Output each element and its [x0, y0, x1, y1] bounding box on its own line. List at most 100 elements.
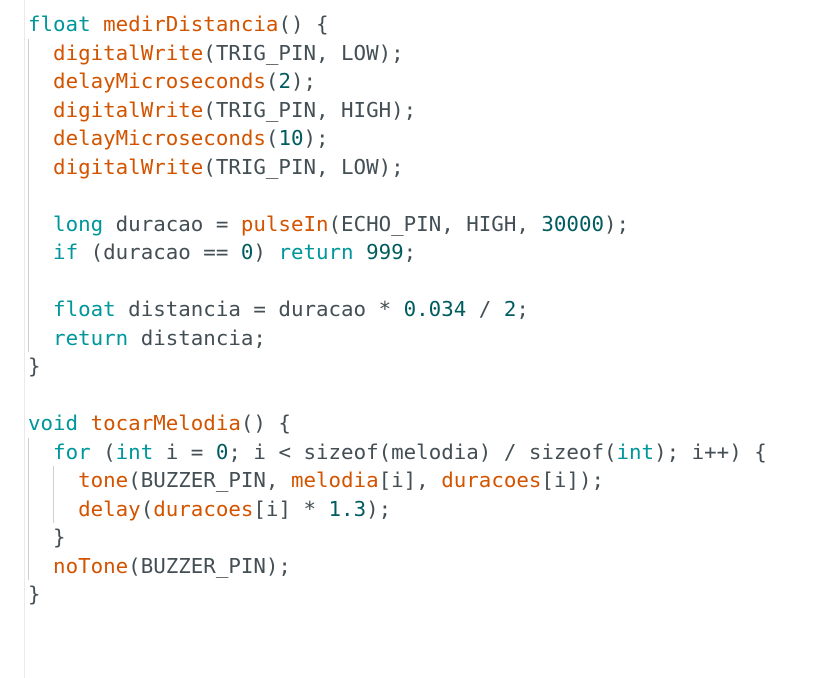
- indent-guide: [28, 551, 29, 580]
- code-token: ; i < sizeof(melodia) / sizeof(: [228, 439, 617, 464]
- indent-guide: [28, 437, 29, 466]
- code-token: void: [28, 411, 79, 435]
- code-token: 0: [215, 439, 229, 464]
- code-token: () {: [240, 411, 291, 435]
- indent-guide: [28, 466, 29, 495]
- code-line: delayMicroseconds(2);: [28, 67, 767, 96]
- code-token: [i] *: [253, 496, 329, 521]
- code-token: return: [53, 325, 129, 350]
- code-token: (: [140, 496, 154, 521]
- code-token: float: [53, 297, 116, 321]
- code-token: ;: [516, 297, 529, 321]
- code-token: [i]);: [541, 468, 605, 492]
- code-token: return: [278, 240, 354, 264]
- code-token: delayMicroseconds: [53, 69, 266, 93]
- code-token: 30000: [541, 211, 604, 236]
- code-token: duracao =: [103, 211, 241, 236]
- code-line: digitalWrite(TRIG_PIN, LOW);: [28, 38, 767, 67]
- code-token: if: [53, 240, 79, 264]
- code-token: (TRIG_PIN, LOW);: [203, 40, 404, 65]
- code-line: }: [28, 352, 767, 381]
- code-token: ;: [403, 240, 417, 264]
- code-token: 1.3: [328, 496, 367, 521]
- code-token: }: [28, 354, 41, 378]
- code-token: (: [265, 69, 279, 93]
- code-line: }: [28, 580, 767, 609]
- code-token: melodia: [290, 468, 379, 492]
- code-editor[interactable]: float medirDistancia() { digitalWrite(TR…: [0, 0, 814, 678]
- code-token: ): [253, 240, 279, 264]
- code-line: delay(duracoes[i] * 1.3);: [28, 494, 767, 523]
- indent-guide: [28, 209, 29, 238]
- code-token: 999: [366, 240, 404, 264]
- code-token: digitalWrite: [53, 97, 204, 122]
- indent-guide: [53, 466, 54, 495]
- indent-guide: [28, 238, 29, 267]
- code-line: }: [28, 523, 767, 552]
- code-token: int: [115, 439, 154, 464]
- code-token: (BUZZER_PIN);: [128, 553, 291, 578]
- code-token: );: [604, 211, 630, 236]
- code-line: [28, 181, 767, 210]
- code-token: (BUZZER_PIN,: [128, 468, 291, 492]
- code-token: ); i++) {: [654, 439, 767, 464]
- code-token: );: [303, 126, 329, 150]
- code-token: distancia;: [128, 325, 266, 350]
- indent-guide: [28, 295, 29, 324]
- code-line: noTone(BUZZER_PIN);: [28, 551, 767, 580]
- code-token: (ECHO_PIN, HIGH,: [328, 211, 542, 236]
- code-token: digitalWrite: [53, 154, 204, 179]
- code-token: );: [366, 496, 392, 521]
- indent-guide: [28, 523, 29, 552]
- code-token: pulseIn: [240, 211, 329, 236]
- code-token: () {: [278, 12, 329, 36]
- code-token: [i],: [378, 468, 442, 492]
- code-content[interactable]: float medirDistancia() { digitalWrite(TR…: [28, 10, 767, 609]
- code-token: 10: [278, 126, 304, 150]
- code-token: 0: [240, 240, 254, 264]
- code-line: digitalWrite(TRIG_PIN, LOW);: [28, 152, 767, 181]
- indent-guide: [53, 494, 54, 523]
- code-token: noTone: [53, 553, 129, 578]
- code-token: (: [90, 439, 116, 464]
- indent-guide: [28, 181, 29, 210]
- code-token: /: [466, 297, 504, 321]
- indent-guide: [28, 38, 29, 67]
- code-token: 0.034: [403, 297, 467, 321]
- code-token: i =: [153, 439, 216, 464]
- code-token: 2: [278, 69, 291, 93]
- indent-guide: [28, 67, 29, 96]
- code-token: }: [53, 525, 66, 549]
- gutter-divider: [24, 0, 25, 678]
- indent-guide: [28, 95, 29, 124]
- indent-guide: [28, 152, 29, 181]
- code-token: int: [616, 439, 655, 464]
- code-line: for (int i = 0; i < sizeof(melodia) / si…: [28, 437, 767, 466]
- code-line: digitalWrite(TRIG_PIN, HIGH);: [28, 95, 767, 124]
- indent-guide: [28, 323, 29, 352]
- indent-guide: [28, 266, 29, 295]
- code-line: float distancia = duracao * 0.034 / 2;: [28, 295, 767, 324]
- code-token: duracoes: [153, 496, 254, 521]
- code-token: tocarMelodia: [90, 411, 241, 435]
- code-line: if (duracao == 0) return 999;: [28, 238, 767, 267]
- code-token: (: [265, 126, 279, 150]
- code-token: digitalWrite: [53, 40, 204, 65]
- code-token: duracoes: [441, 468, 542, 492]
- code-token: (TRIG_PIN, LOW);: [203, 154, 404, 179]
- code-token: medirDistancia: [103, 12, 279, 36]
